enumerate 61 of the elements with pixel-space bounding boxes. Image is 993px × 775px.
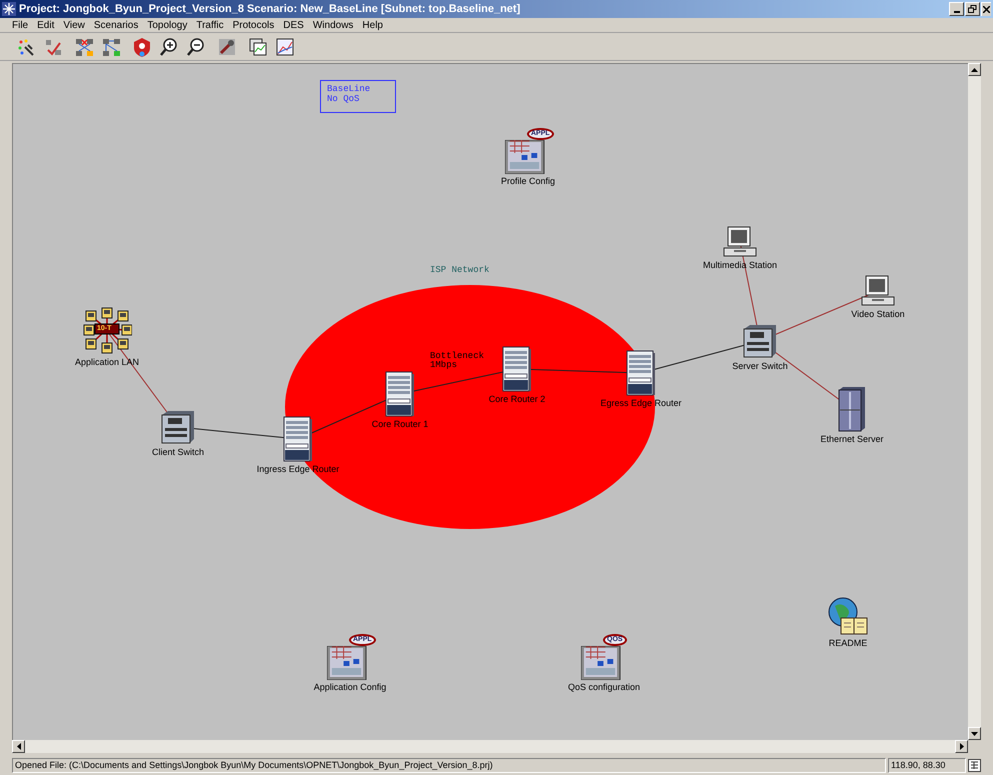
region-label: ISP Network [430, 265, 490, 275]
node-label: README [828, 638, 868, 648]
menu-item[interactable]: Help [362, 18, 383, 32]
node-label: Profile Config [500, 176, 556, 186]
wrench-icon [217, 36, 237, 56]
window-title: Project: Jongbok_Byun_Project_Version_8 Scenario: New_BaseLine [Subnet: top.Baseline_net] [19, 2, 520, 17]
horizontal-scrollbar[interactable] [12, 740, 968, 753]
network-icon [101, 36, 121, 56]
computer-icon[interactable] [860, 275, 896, 307]
vertical-scrollbar[interactable] [968, 63, 981, 740]
computer-icon[interactable] [722, 226, 758, 258]
config-node-icon[interactable] [327, 646, 367, 680]
restore-button[interactable] [965, 2, 980, 16]
cursor-coordinates: 118.90, 88.30 [888, 758, 966, 773]
node-label: Core Router 1 [372, 419, 428, 429]
close-button[interactable] [981, 2, 991, 16]
router-icon[interactable] [502, 346, 532, 392]
node-label: Core Router 2 [488, 394, 546, 404]
network-icon [74, 36, 94, 56]
left-arrow-icon [16, 743, 20, 750]
menu-item[interactable]: Windows [312, 18, 354, 32]
menu-item[interactable]: Edit [37, 18, 54, 32]
router-icon[interactable] [283, 416, 313, 462]
documents-icon [248, 36, 268, 56]
status-message: Opened File: (C:\Documents and Settings\Jongbok Byun\My Documents\OPNET\Jongbok_Byun_Project_Version_8.prj) [12, 758, 886, 773]
grid-icon[interactable] [968, 759, 981, 772]
node-label: Ingress Edge Router [256, 464, 340, 474]
menu-item[interactable]: Protocols [232, 18, 274, 32]
app-icon [2, 2, 16, 16]
annotation-box: BaseLine No QoS [320, 80, 396, 113]
zoom-in-icon [159, 36, 179, 56]
router-icon[interactable] [385, 371, 415, 417]
node-label: Egress Edge Router [600, 398, 682, 408]
menu-item[interactable]: Scenarios [94, 18, 138, 32]
zoom-out-icon [186, 36, 206, 56]
menu-item[interactable]: View [63, 18, 85, 32]
node-label: Client Switch [152, 447, 204, 457]
menu-item[interactable]: File [12, 18, 28, 32]
node-label: Video Station [851, 309, 905, 319]
config-node-icon[interactable] [505, 140, 545, 174]
config-node-icon[interactable] [581, 646, 621, 680]
menu-item[interactable]: Traffic [196, 18, 224, 32]
node-label: Application Config [314, 682, 386, 692]
minimize-button[interactable] [949, 2, 964, 16]
node-label: QoS configuration [568, 682, 640, 692]
menu-item[interactable]: Topology [147, 18, 188, 32]
server-tower-icon[interactable] [837, 386, 867, 432]
node-label: Server Switch [732, 361, 788, 371]
switch-icon[interactable] [742, 323, 778, 359]
globe-book-icon[interactable] [827, 596, 869, 636]
nodes-icon [16, 36, 36, 56]
right-arrow-icon [960, 743, 964, 750]
line-graph-icon [275, 36, 295, 56]
up-arrow-icon [971, 68, 978, 72]
link-note: Bottleneck 1Mbps [430, 352, 484, 370]
menu-item[interactable]: DES [283, 18, 304, 32]
down-arrow-icon [971, 732, 978, 736]
switch-icon[interactable] [160, 409, 196, 445]
shield-icon [132, 36, 152, 56]
router-icon[interactable] [626, 350, 656, 396]
node-label: Ethernet Server [820, 434, 884, 444]
